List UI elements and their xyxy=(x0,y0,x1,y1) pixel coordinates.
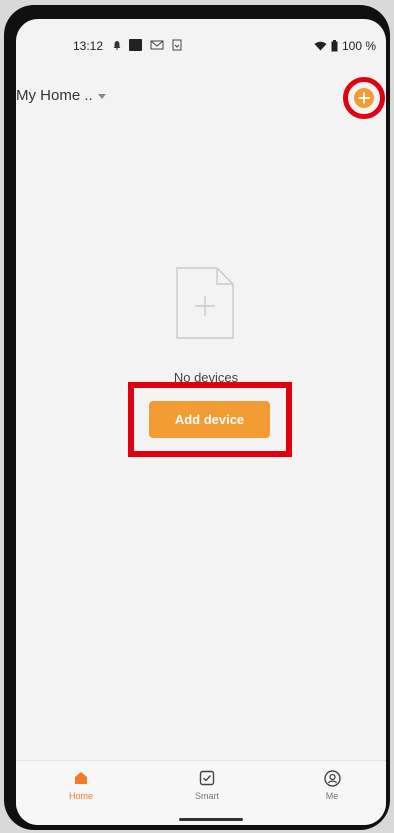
home-selector[interactable]: My Home .. xyxy=(16,87,106,104)
caret-down-icon xyxy=(97,93,106,99)
app-header: My Home .. xyxy=(16,77,386,127)
battery-percent: 100 % xyxy=(341,39,376,53)
plus-icon xyxy=(358,92,370,104)
nav-smart[interactable]: Smart xyxy=(177,769,237,801)
download-icon xyxy=(172,39,182,51)
status-time: 13:12 xyxy=(73,39,104,53)
status-icons-left xyxy=(113,39,182,51)
app-screen: 13:12 100 % My Home .. No devices Add de… xyxy=(16,19,386,825)
profile-icon xyxy=(323,769,341,787)
add-device-button[interactable]: Add device xyxy=(149,401,270,438)
add-button[interactable] xyxy=(354,88,374,108)
mail-icon xyxy=(150,40,164,50)
app-icon xyxy=(129,39,142,51)
status-bar: 13:12 100 % xyxy=(16,19,386,71)
status-icons-right: 100 % xyxy=(314,39,376,53)
nav-me-label: Me xyxy=(325,791,339,801)
phone-frame: 13:12 100 % My Home .. No devices Add de… xyxy=(4,5,390,830)
nav-home-label: Home xyxy=(68,791,93,801)
battery-icon xyxy=(331,40,338,52)
notification-icon xyxy=(113,41,121,50)
bottom-nav: Home Smart Me xyxy=(16,760,386,825)
home-indicator xyxy=(179,818,243,821)
nav-home[interactable]: Home xyxy=(51,769,111,801)
home-icon xyxy=(75,772,87,784)
add-button-highlight xyxy=(343,77,385,119)
nav-me[interactable]: Me xyxy=(302,769,362,801)
empty-document-icon xyxy=(176,267,234,339)
smart-icon xyxy=(199,770,215,786)
wifi-icon xyxy=(314,41,327,51)
home-name: My Home .. xyxy=(16,87,93,104)
nav-smart-label: Smart xyxy=(194,791,219,801)
